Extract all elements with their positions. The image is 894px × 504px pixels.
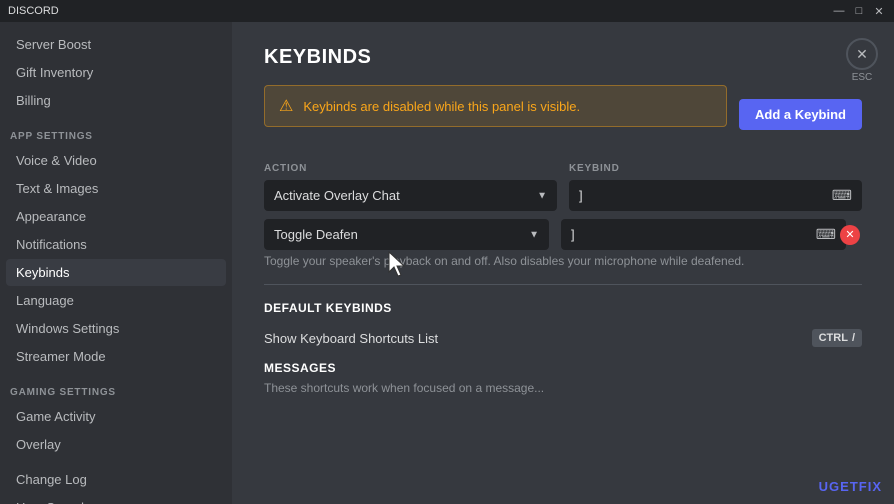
gaming-settings-label: GAMING SETTINGS <box>0 371 232 402</box>
page-title: KEYBINDS <box>264 46 862 69</box>
title-bar: DISCORD — □ ✕ <box>0 0 894 22</box>
content-area: ✕ ESC KEYBINDS ⚠ Keybinds are disabled w… <box>232 22 894 504</box>
warning-text: Keybinds are disabled while this panel i… <box>303 99 580 114</box>
minimize-button[interactable]: — <box>832 4 846 18</box>
messages-description: These shortcuts work when focused on a m… <box>264 381 862 395</box>
app-settings-label: APP SETTINGS <box>0 115 232 146</box>
close-button[interactable]: ✕ <box>872 4 886 18</box>
keybind-input-2[interactable] <box>561 219 846 250</box>
action-select-1[interactable]: Activate Overlay Chat <box>264 180 557 211</box>
messages-section-title: MESSAGES <box>264 361 862 375</box>
keybind-inputs-2: Toggle Deafen ▼ ⌨ ✕ <box>264 219 846 250</box>
action-select-2[interactable]: Toggle Deafen <box>264 219 549 250</box>
watermark-suffix: TFIX <box>850 479 882 494</box>
sidebar-item-keybinds[interactable]: Keybinds <box>6 259 226 286</box>
sidebar-item-notifications[interactable]: Notifications <box>6 231 226 258</box>
keybind-inputs-1: Activate Overlay Chat ▼ ⌨ <box>264 180 862 211</box>
sidebar-item-game-activity[interactable]: Game Activity <box>6 403 226 430</box>
watermark-accent: E <box>840 479 850 494</box>
sidebar-item-voice-video[interactable]: Voice & Video <box>6 147 226 174</box>
warning-icon: ⚠ <box>279 96 293 116</box>
keybind-input-wrapper-1: ⌨ <box>569 180 862 211</box>
action-column-label: ACTION <box>264 163 557 174</box>
keybind-header-row: ACTION KEYBIND <box>264 163 862 174</box>
sidebar-item-hypesquad[interactable]: HypeSquad <box>6 494 226 504</box>
sidebar-item-text-images[interactable]: Text & Images <box>6 175 226 202</box>
sidebar-item-language[interactable]: Language <box>6 287 226 314</box>
sidebar-item-streamer-mode[interactable]: Streamer Mode <box>6 343 226 370</box>
esc-button[interactable]: ✕ ESC <box>846 38 878 83</box>
window-controls: — □ ✕ <box>832 4 886 18</box>
sidebar-item-appearance[interactable]: Appearance <box>6 203 226 230</box>
keyboard-icon-2: ⌨ <box>816 226 836 243</box>
watermark-prefix: UG <box>819 479 841 494</box>
default-keybind-label-1: Show Keyboard Shortcuts List <box>264 331 438 346</box>
action-select-wrapper-2: Toggle Deafen ▼ <box>264 219 549 250</box>
app-title: DISCORD <box>8 5 59 17</box>
restore-button[interactable]: □ <box>852 4 866 18</box>
keybind-badge-1: CTRL / <box>812 329 862 347</box>
keyboard-icon-1: ⌨ <box>832 187 852 204</box>
app-container: Server Boost Gift Inventory Billing APP … <box>0 22 894 504</box>
banner-row: ⚠ Keybinds are disabled while this panel… <box>264 85 862 143</box>
section-divider <box>264 284 862 285</box>
action-select-wrapper-1: Activate Overlay Chat ▼ <box>264 180 557 211</box>
delete-keybind-button-2[interactable]: ✕ <box>840 225 860 245</box>
keybind-row-1: Activate Overlay Chat ▼ ⌨ <box>264 180 862 211</box>
warning-banner: ⚠ Keybinds are disabled while this panel… <box>264 85 727 127</box>
sidebar-item-change-log[interactable]: Change Log <box>6 466 226 493</box>
keybind-input-wrapper-2: ⌨ <box>561 219 846 250</box>
badge-slash: / <box>852 332 855 344</box>
default-keybinds-title: DEFAULT KEYBINDS <box>264 301 862 315</box>
sidebar-item-server-boost[interactable]: Server Boost <box>6 31 226 58</box>
sidebar-item-billing[interactable]: Billing <box>6 87 226 114</box>
sidebar: Server Boost Gift Inventory Billing APP … <box>0 22 232 504</box>
watermark: UGETFIX <box>819 479 882 494</box>
esc-circle-icon[interactable]: ✕ <box>846 38 878 70</box>
esc-label: ESC <box>852 72 873 83</box>
keybind-row-2: Toggle Deafen ▼ ⌨ ✕ Toggle your speaker'… <box>264 219 862 268</box>
keybind-input-1[interactable] <box>569 180 862 211</box>
keybind-column-label: KEYBIND <box>569 163 862 174</box>
sidebar-item-overlay[interactable]: Overlay <box>6 431 226 458</box>
add-keybind-button[interactable]: Add a Keybind <box>739 99 862 130</box>
badge-ctrl: CTRL <box>819 332 848 344</box>
keybind-description-2: Toggle your speaker's playback on and of… <box>264 254 846 268</box>
default-keybind-row-1: Show Keyboard Shortcuts List CTRL / <box>264 329 862 347</box>
sidebar-item-windows-settings[interactable]: Windows Settings <box>6 315 226 342</box>
sidebar-item-gift-inventory[interactable]: Gift Inventory <box>6 59 226 86</box>
